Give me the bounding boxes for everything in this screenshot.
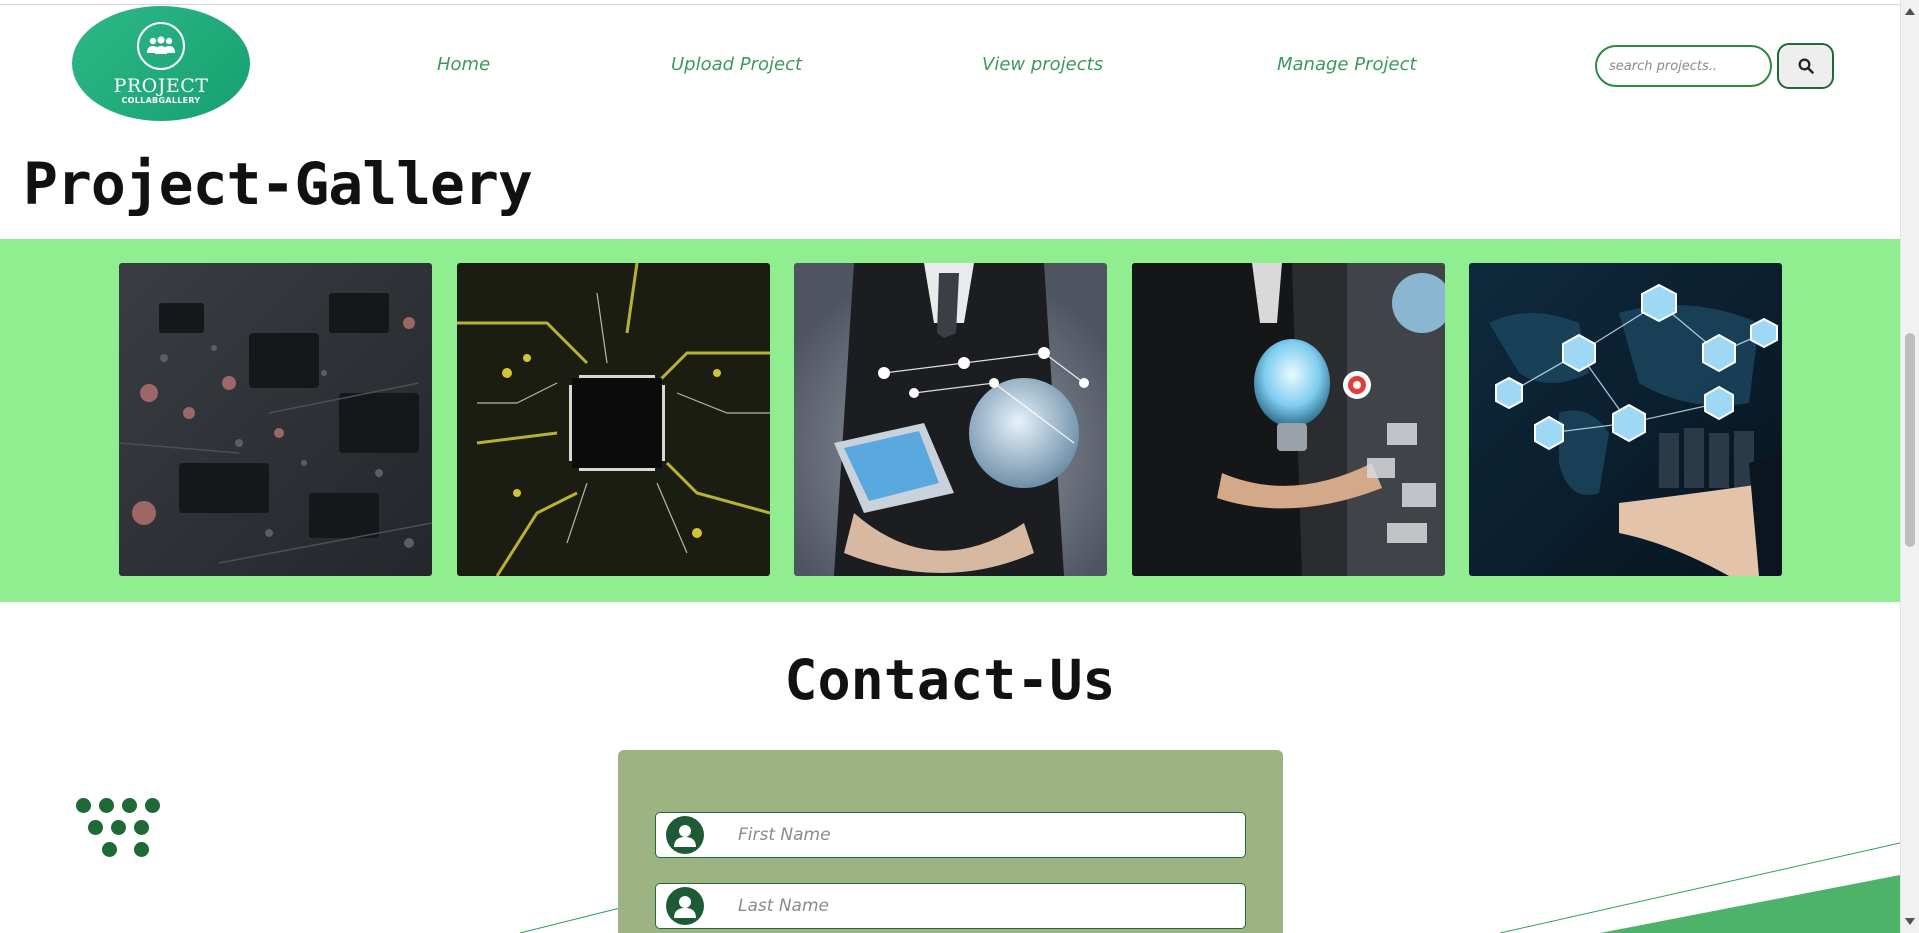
nav-upload-project[interactable]: Upload Project — [671, 54, 802, 75]
gallery-image-world-network[interactable] — [1469, 263, 1782, 576]
search-button[interactable] — [1777, 43, 1834, 89]
last-name-field[interactable] — [655, 883, 1246, 929]
top-border — [0, 0, 1900, 5]
gallery-image-business-lightbulb[interactable] — [1132, 263, 1445, 576]
contact-heading: Contact-Us — [784, 648, 1116, 712]
search-icon — [1798, 58, 1814, 74]
user-icon — [666, 816, 704, 854]
search-input[interactable] — [1595, 45, 1772, 87]
scroll-down-arrow-icon[interactable] — [1905, 918, 1915, 925]
gallery-image-business-globe[interactable] — [794, 263, 1107, 576]
page: PROJECT COLLABGALLERY Home Upload Projec… — [0, 0, 1919, 933]
scroll-thumb[interactable] — [1905, 333, 1915, 547]
first-name-field[interactable] — [655, 812, 1246, 858]
user-icon — [666, 887, 704, 925]
logo-subtitle: COLLABGALLERY — [121, 95, 201, 105]
logo-title: PROJECT — [113, 74, 209, 97]
nav-view-projects[interactable]: View projects — [982, 54, 1103, 75]
gallery-heading: Project-Gallery — [23, 150, 533, 218]
gallery-image-chip-board[interactable] — [457, 263, 770, 576]
people-group-icon — [137, 21, 185, 70]
site-logo[interactable]: PROJECT COLLABGALLERY — [72, 6, 250, 121]
page-scrollbar[interactable] — [1900, 0, 1919, 933]
last-name-input[interactable] — [738, 896, 1218, 916]
gallery-image-circuit-board[interactable] — [119, 263, 432, 576]
scroll-up-arrow-icon[interactable] — [1905, 8, 1915, 15]
nav-home[interactable]: Home — [437, 54, 490, 75]
first-name-input[interactable] — [738, 825, 1218, 845]
nav-manage-project[interactable]: Manage Project — [1277, 54, 1417, 75]
